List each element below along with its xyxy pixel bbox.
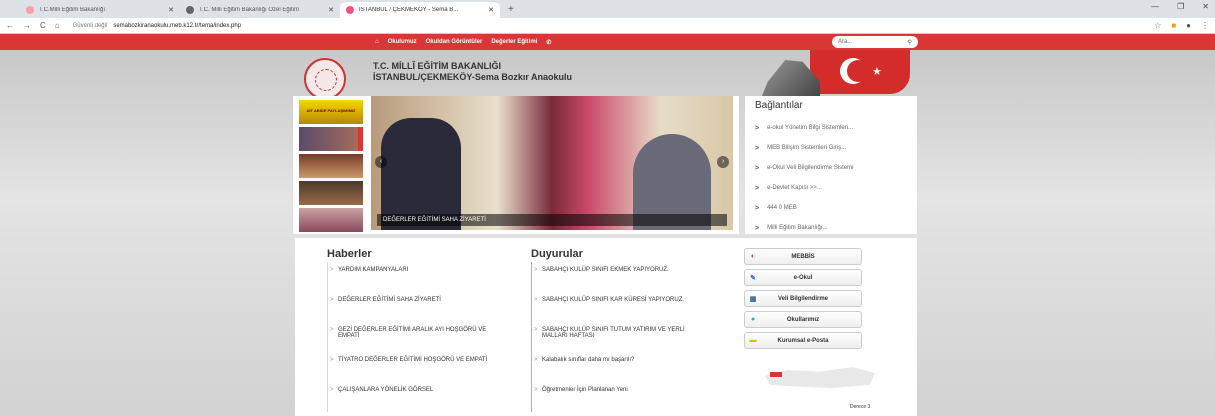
mail-icon: ▬	[749, 337, 757, 344]
okullarimiz-button[interactable]: ● Okullarımız	[744, 311, 862, 328]
site-navbar: ⌂ Okulumuz Okuldan Görüntüler Değerler E…	[0, 34, 1215, 50]
link-item[interactable]: > e-okul Yönetim Bilgi Sistemleri...	[755, 118, 907, 138]
browser-tab-2[interactable]: T.C. Milli Eğitim Bakanlığı Özel Eğitim …	[180, 2, 340, 18]
announcement-item[interactable]: SABAHÇI KULÜP SINIFI KAR KÜRESİ YAPIYORU…	[532, 292, 711, 322]
link-item[interactable]: > MEB Bilişim Sistemleri Giriş...	[755, 138, 907, 158]
quick-buttons: ◐ MEBBİS ✎ e-Okul ▦ Veli Bilgilendirme ● Oku…	[744, 248, 862, 353]
browser-tab-1[interactable]: T.C.Milli Eğitim Bakanlığı ✕	[20, 2, 180, 18]
chevron-right-icon: >	[755, 224, 760, 232]
tab-title: T.C.Milli Eğitim Bakanlığı	[39, 7, 106, 13]
eposta-button[interactable]: ▬ Kurumsal e-Posta	[744, 332, 862, 349]
chevron-right-icon: >	[755, 164, 760, 172]
news-item[interactable]: YARDIM KAMPANYALARI	[328, 262, 507, 292]
slider-main-image[interactable]: ‹ › DEĞERLER EĞİTİMİ SAHA ZİYARETİ	[371, 96, 733, 230]
menu-icon[interactable]: ⋮	[1201, 21, 1209, 30]
browser-tab-3[interactable]: İSTANBUL / ÇEKMEKÖY - Sema B... ✕	[340, 2, 500, 18]
restore-icon[interactable]: ❐	[1177, 2, 1184, 11]
address-bar-row: ← → C ⌂ Güvenli değil semabozkiranaokulu…	[0, 18, 1215, 34]
chevron-right-icon: >	[755, 124, 760, 132]
link-item[interactable]: >444 0 MEB	[755, 198, 907, 218]
mebbis-icon: ◐	[750, 253, 756, 260]
favicon-icon	[346, 6, 354, 14]
announcement-item[interactable]: SABAHÇI KULÜP SINIFI TUTUM YATIRIM VE YE…	[532, 322, 711, 352]
tab-title: İSTANBUL / ÇEKMEKÖY - Sema B...	[359, 7, 459, 13]
turkey-map[interactable]	[765, 367, 875, 388]
close-tab-icon[interactable]: ✕	[168, 6, 174, 14]
news-slider: AİT ABIDE PAYLAŞIMIMIZ ‹ › DEĞERLER EĞİT…	[293, 96, 739, 234]
search-icon[interactable]: ⚲	[908, 39, 912, 46]
insecure-label: Güvenli değil	[72, 22, 108, 29]
chevron-right-icon: >	[755, 204, 760, 212]
forward-icon[interactable]: →	[23, 21, 31, 30]
announcement-item[interactable]: Öğretmenler İçin Planlanan Yeni	[532, 382, 711, 412]
extension-icon[interactable]: ■	[1171, 21, 1176, 30]
minimize-icon[interactable]: —	[1151, 2, 1159, 11]
news-item[interactable]: TİYATRO DEĞERLER EĞİTİMİ HOŞGÖRÜ VE EMPA…	[328, 352, 507, 382]
close-tab-icon[interactable]: ✕	[488, 6, 494, 14]
weather-widget: Derece 3	[850, 404, 871, 410]
news-list: YARDIM KAMPANYALARI DEĞERLER EĞİTİMİ SAH…	[327, 262, 507, 412]
announcements-list: SABAHÇI KULÜP SINIFI EKMEK YAPIYORUZ. SA…	[531, 262, 711, 412]
url-field[interactable]: Güvenli değil semabozkiranaokulu.meb.k12…	[69, 20, 1146, 32]
news-item[interactable]: DEĞERLER EĞİTİMİ SAHA ZİYARETİ	[328, 292, 507, 322]
istanbul-marker	[770, 372, 782, 377]
bookmark-star-icon[interactable]: ☆	[1154, 21, 1161, 30]
mebbis-button[interactable]: ◐ MEBBİS	[744, 248, 862, 265]
slider-thumb[interactable]	[299, 208, 363, 232]
search-placeholder: Ara...	[838, 39, 853, 45]
news-item[interactable]: ÇALIŞANLARA YÖNELİK GÖRSEL	[328, 382, 507, 412]
home-nav-icon[interactable]: ⌂	[375, 39, 379, 45]
links-panel: Bağlantılar > e-okul Yönetim Bilgi Sistem…	[745, 96, 917, 234]
eokul-button[interactable]: ✎ e-Okul	[744, 269, 862, 286]
news-heading: Haberler	[327, 248, 372, 260]
window-controls: — ❐ ✕	[1151, 2, 1209, 11]
new-tab-icon[interactable]: +	[508, 4, 514, 15]
announcement-item[interactable]: SABAHÇI KULÜP SINIFI EKMEK YAPIYORUZ.	[532, 262, 711, 292]
veli-button[interactable]: ▦ Veli Bilgilendirme	[744, 290, 862, 307]
phone-icon[interactable]: ✆	[546, 39, 551, 46]
close-window-icon[interactable]: ✕	[1202, 2, 1209, 11]
close-tab-icon[interactable]: ✕	[328, 6, 334, 14]
eokul-icon: ✎	[750, 274, 756, 282]
slider-thumbnails: AİT ABIDE PAYLAŞIMIMIZ	[299, 100, 363, 235]
page-body: T.C. MİLLÎ EĞİTİM BAKANLIĞI İSTANBUL/ÇEK…	[0, 50, 1215, 416]
favicon-icon	[186, 6, 194, 14]
announcements-heading: Duyurular	[531, 248, 583, 260]
ministry-title: T.C. MİLLÎ EĞİTİM BAKANLIĞI	[373, 61, 501, 71]
favicon-icon	[26, 6, 34, 14]
nav-item-okulumuz[interactable]: Okulumuz	[388, 39, 417, 45]
slider-prev-icon[interactable]: ‹	[375, 156, 387, 168]
meb-logo[interactable]	[304, 58, 346, 100]
browser-tab-strip: T.C.Milli Eğitim Bakanlığı ✕ T.C. Milli …	[0, 0, 1215, 18]
turkish-flag-image: ★	[810, 50, 910, 94]
url-text: semabozkiranaokulu.meb.k12.tr/tema/index…	[113, 22, 242, 29]
links-title: Bağlantılar	[755, 100, 803, 111]
school-title: İSTANBUL/ÇEKMEKÖY-Sema Bozkır Anaokulu	[373, 72, 573, 82]
slider-thumb[interactable]	[299, 127, 363, 151]
slider-thumb[interactable]: AİT ABIDE PAYLAŞIMIMIZ	[299, 100, 363, 124]
slider-thumb[interactable]	[299, 181, 363, 205]
slider-next-icon[interactable]: ›	[717, 156, 729, 168]
link-item[interactable]: > Milli Eğitim Bakanlığı...	[755, 218, 907, 238]
thumb-text: AİT ABIDE PAYLAŞIMIMIZ	[306, 108, 356, 113]
reload-icon[interactable]: C	[40, 21, 46, 30]
home-icon[interactable]: ⌂	[55, 21, 60, 30]
back-icon[interactable]: ←	[6, 21, 14, 30]
chevron-right-icon: >	[755, 184, 760, 192]
globe-icon: ●	[750, 316, 756, 323]
news-item[interactable]: GEZİ DEĞERLER EĞİTİMİ ARALIK AYI HOŞGÖRÜ…	[328, 322, 507, 352]
tab-title: T.C. Milli Eğitim Bakanlığı Özel Eğitim	[199, 7, 300, 13]
link-item[interactable]: > e-Okul Veli Bilgilendirme Sistemi	[755, 158, 907, 178]
nav-item-degerler[interactable]: Değerler Eğitimi	[491, 39, 537, 45]
link-item[interactable]: > e-Devlet Kapısı >>...	[755, 178, 907, 198]
veli-icon: ▦	[749, 295, 757, 303]
profile-icon[interactable]: ●	[1186, 21, 1191, 30]
announcement-item[interactable]: Kalabalık sınıflar daha mı başarılı?	[532, 352, 711, 382]
nav-item-goruntuler[interactable]: Okuldan Görüntüler	[426, 39, 483, 45]
slider-thumb[interactable]	[299, 154, 363, 178]
chevron-right-icon: >	[755, 144, 760, 152]
content-panel: Haberler YARDIM KAMPANYALARI DEĞERLER EĞ…	[295, 238, 917, 416]
search-input[interactable]: Ara... ⚲	[832, 36, 918, 48]
slider-caption[interactable]: DEĞERLER EĞİTİMİ SAHA ZİYARETİ	[377, 214, 727, 226]
